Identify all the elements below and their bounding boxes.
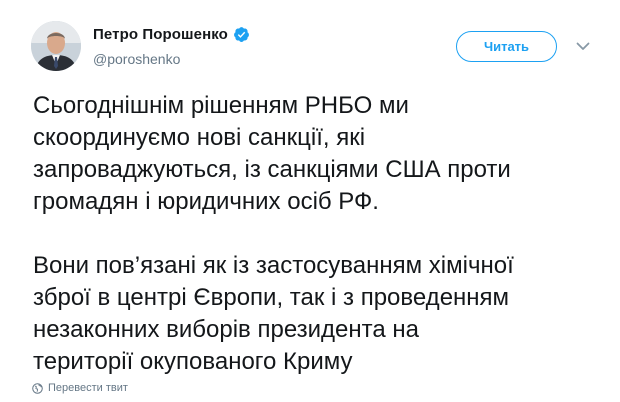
chevron-down-icon[interactable] [575, 38, 591, 54]
tweet-paragraph: Вони пов’язані як із застосуванням хіміч… [33, 252, 514, 375]
follow-button[interactable]: Читать [456, 31, 557, 62]
tweet-text: Сьогоднішнім рішенням РНБО ми скоординує… [33, 90, 603, 378]
tweet-paragraph: Сьогоднішнім рішенням РНБО ми скоординує… [33, 92, 511, 215]
avatar-image [31, 21, 81, 71]
display-name[interactable]: Петро Порошенко [93, 26, 228, 43]
translate-label: Перевести твит [48, 382, 128, 394]
globe-icon [32, 382, 43, 394]
author-handle[interactable]: @poroshenko [93, 51, 180, 67]
verified-badge-icon [233, 26, 250, 43]
author-name-row: Петро Порошенко [93, 26, 250, 43]
translate-tweet-link[interactable]: Перевести твит [32, 382, 128, 394]
tweet-card: Петро Порошенко @poroshenko Читать Сього… [0, 0, 620, 402]
avatar[interactable] [31, 21, 81, 71]
